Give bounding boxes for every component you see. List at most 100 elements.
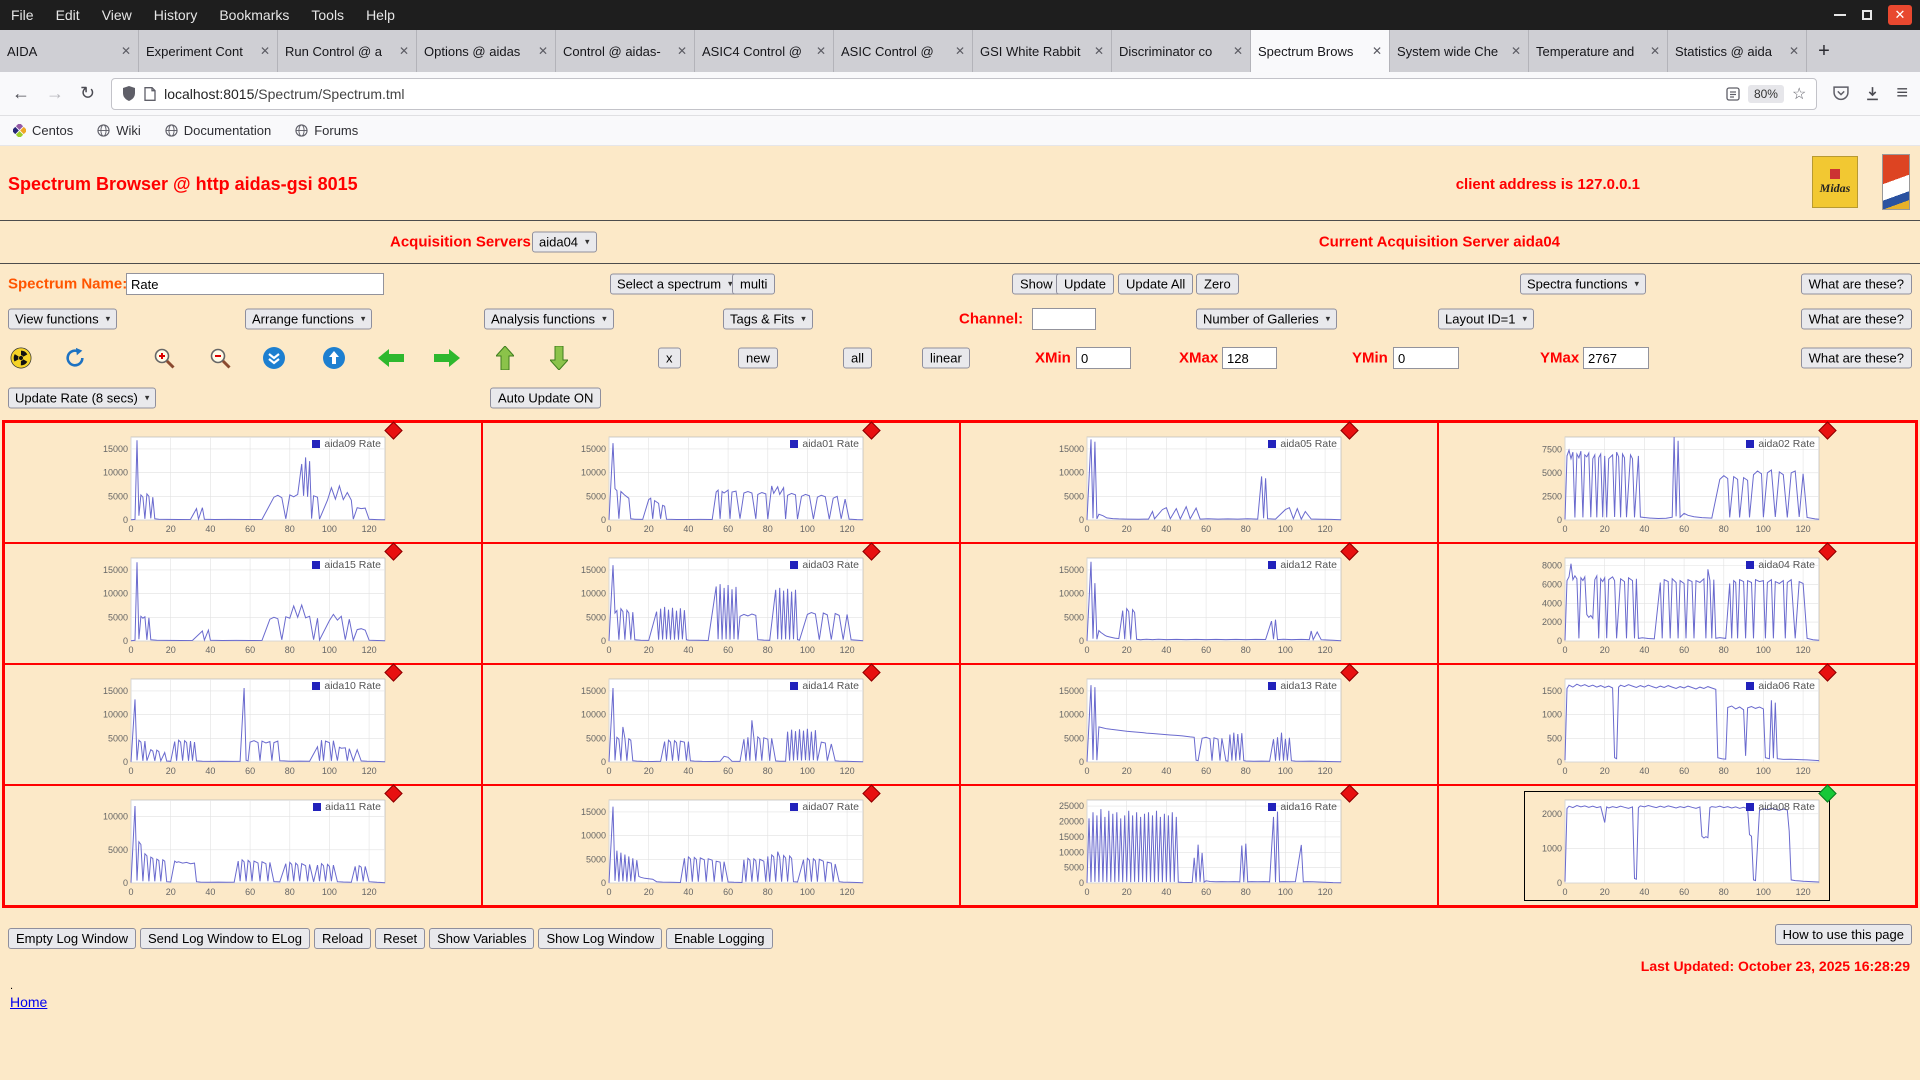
zoom-level-badge[interactable]: 80%	[1748, 85, 1784, 103]
menu-view[interactable]: View	[91, 0, 143, 30]
send-log-elog-button[interactable]: Send Log Window to ELog	[140, 928, 310, 949]
arrow-left-icon[interactable]	[378, 349, 404, 367]
tab-close-icon[interactable]: ✕	[260, 44, 270, 58]
select-spectrum-dropdown[interactable]: Select a spectrum▾	[610, 274, 740, 295]
reset-button[interactable]: Reset	[375, 928, 425, 949]
auto-update-button[interactable]: Auto Update ON	[490, 388, 601, 409]
spectrum-cell-aida05[interactable]: 020406080100120050001000015000aida05 Rat…	[960, 422, 1438, 543]
linear-button[interactable]: linear	[922, 348, 970, 369]
number-of-galleries-dropdown[interactable]: Number of Galleries▾	[1196, 309, 1337, 330]
compress-vertical-icon[interactable]	[262, 346, 286, 370]
tab-experiment-cont[interactable]: Experiment Cont✕	[139, 30, 278, 72]
ymax-input[interactable]	[1583, 347, 1649, 369]
tab-close-icon[interactable]: ✕	[816, 44, 826, 58]
tab-discriminator-co[interactable]: Discriminator co✕	[1112, 30, 1251, 72]
maximize-icon[interactable]	[1862, 10, 1872, 20]
arrow-up-icon[interactable]	[496, 346, 514, 370]
tab-close-icon[interactable]: ✕	[1789, 44, 1799, 58]
new-tab-button[interactable]: +	[1807, 30, 1841, 72]
minimize-icon[interactable]	[1834, 14, 1846, 16]
spectrum-cell-aida11[interactable]: 0204060801001200500010000aida11 Rate	[4, 785, 482, 906]
arrow-right-icon[interactable]	[434, 349, 460, 367]
what-are-these-button[interactable]: What are these?	[1801, 309, 1912, 330]
tab-gsi-white-rabbit[interactable]: GSI White Rabbit✕	[973, 30, 1112, 72]
reload-button[interactable]: Reload	[314, 928, 371, 949]
tab-aida[interactable]: AIDA✕	[0, 30, 139, 72]
menu-bookmarks[interactable]: Bookmarks	[208, 0, 300, 30]
tab-close-icon[interactable]: ✕	[1094, 44, 1104, 58]
spectrum-name-input[interactable]	[126, 273, 384, 295]
bookmark-centos[interactable]: Centos	[13, 123, 73, 138]
what-are-these-button[interactable]: What are these?	[1801, 274, 1912, 295]
url-bar[interactable]: localhost:8015/Spectrum/Spectrum.tml 80%…	[111, 78, 1817, 110]
expand-vertical-icon[interactable]	[322, 346, 346, 370]
spectra-functions-dropdown[interactable]: Spectra functions▾	[1520, 274, 1646, 295]
radiation-icon[interactable]	[10, 347, 32, 369]
show-variables-button[interactable]: Show Variables	[429, 928, 534, 949]
spectrum-cell-aida08[interactable]: 020406080100120010002000aida08 Rate	[1438, 785, 1916, 906]
analysis-functions-dropdown[interactable]: Analysis functions▾	[484, 309, 614, 330]
tab-close-icon[interactable]: ✕	[1233, 44, 1243, 58]
show-log-window-button[interactable]: Show Log Window	[538, 928, 662, 949]
forward-icon[interactable]: →	[46, 83, 64, 104]
multi-button[interactable]: multi	[732, 274, 775, 295]
menu-edit[interactable]: Edit	[45, 0, 91, 30]
site-info-icon[interactable]	[144, 87, 156, 101]
tab-run-control-a[interactable]: Run Control @ a✕	[278, 30, 417, 72]
spectrum-cell-aida15[interactable]: 020406080100120050001000015000aida15 Rat…	[4, 543, 482, 664]
spectrum-cell-aida13[interactable]: 020406080100120050001000015000aida13 Rat…	[960, 664, 1438, 785]
tab-spectrum-brows[interactable]: Spectrum Brows✕	[1251, 30, 1390, 72]
spectrum-cell-aida12[interactable]: 020406080100120050001000015000aida12 Rat…	[960, 543, 1438, 664]
update-all-button[interactable]: Update All	[1118, 274, 1193, 295]
tab-asic-control[interactable]: ASIC Control @✕	[834, 30, 973, 72]
zero-button[interactable]: Zero	[1196, 274, 1239, 295]
spectrum-cell-aida01[interactable]: 020406080100120050001000015000aida01 Rat…	[482, 422, 960, 543]
new-button[interactable]: new	[738, 348, 778, 369]
tab-control-aidas[interactable]: Control @ aidas-✕	[556, 30, 695, 72]
tab-system-wide-che[interactable]: System wide Che✕	[1390, 30, 1529, 72]
bookmark-documentation[interactable]: Documentation	[165, 123, 271, 138]
reader-mode-icon[interactable]	[1726, 87, 1740, 101]
acquisition-server-select[interactable]: aida04▾	[532, 232, 597, 253]
spectrum-cell-aida09[interactable]: 020406080100120050001000015000aida09 Rat…	[4, 422, 482, 543]
update-button[interactable]: Update	[1056, 274, 1114, 295]
shield-icon[interactable]	[122, 86, 136, 101]
bookmark-forums[interactable]: Forums	[295, 123, 358, 138]
bookmark-wiki[interactable]: Wiki	[97, 123, 141, 138]
home-link[interactable]: Home	[10, 994, 47, 1010]
tab-close-icon[interactable]: ✕	[677, 44, 687, 58]
menu-history[interactable]: History	[143, 0, 209, 30]
close-icon[interactable]: ✕	[1888, 5, 1912, 25]
menu-tools[interactable]: Tools	[300, 0, 355, 30]
midas-logo[interactable]: Midas	[1812, 156, 1858, 208]
tab-close-icon[interactable]: ✕	[955, 44, 965, 58]
spectrum-cell-aida16[interactable]: 0204060801001200500010000150002000025000…	[960, 785, 1438, 906]
gsi-logo[interactable]	[1882, 154, 1910, 210]
what-are-these-button[interactable]: What are these?	[1801, 348, 1912, 369]
layout-id-dropdown[interactable]: Layout ID=1▾	[1438, 309, 1534, 330]
all-button[interactable]: all	[843, 348, 872, 369]
hamburger-menu-icon[interactable]: ≡	[1896, 82, 1908, 105]
tab-close-icon[interactable]: ✕	[121, 44, 131, 58]
tab-statistics-aida[interactable]: Statistics @ aida✕	[1668, 30, 1807, 72]
spectrum-cell-aida07[interactable]: 020406080100120050001000015000aida07 Rat…	[482, 785, 960, 906]
tags-fits-dropdown[interactable]: Tags & Fits▾	[723, 309, 813, 330]
enable-logging-button[interactable]: Enable Logging	[666, 928, 772, 949]
menu-file[interactable]: File	[0, 0, 45, 30]
tab-close-icon[interactable]: ✕	[1511, 44, 1521, 58]
xmax-input[interactable]	[1222, 347, 1277, 369]
spectrum-cell-aida04[interactable]: 02040608010012002000400060008000aida04 R…	[1438, 543, 1916, 664]
spectrum-cell-aida03[interactable]: 020406080100120050001000015000aida03 Rat…	[482, 543, 960, 664]
refresh-icon[interactable]	[64, 347, 86, 369]
bookmark-star-icon[interactable]: ☆	[1792, 84, 1806, 104]
zoom-in-icon[interactable]	[152, 346, 176, 370]
update-rate-dropdown[interactable]: Update Rate (8 secs)▾	[8, 388, 156, 409]
reload-icon[interactable]: ↻	[80, 83, 95, 104]
tab-close-icon[interactable]: ✕	[538, 44, 548, 58]
view-functions-dropdown[interactable]: View functions▾	[8, 309, 117, 330]
tab-close-icon[interactable]: ✕	[1372, 44, 1382, 58]
xmin-input[interactable]	[1076, 347, 1131, 369]
tab-close-icon[interactable]: ✕	[1650, 44, 1660, 58]
tab-asic4-control[interactable]: ASIC4 Control @✕	[695, 30, 834, 72]
tab-options-aidas[interactable]: Options @ aidas✕	[417, 30, 556, 72]
